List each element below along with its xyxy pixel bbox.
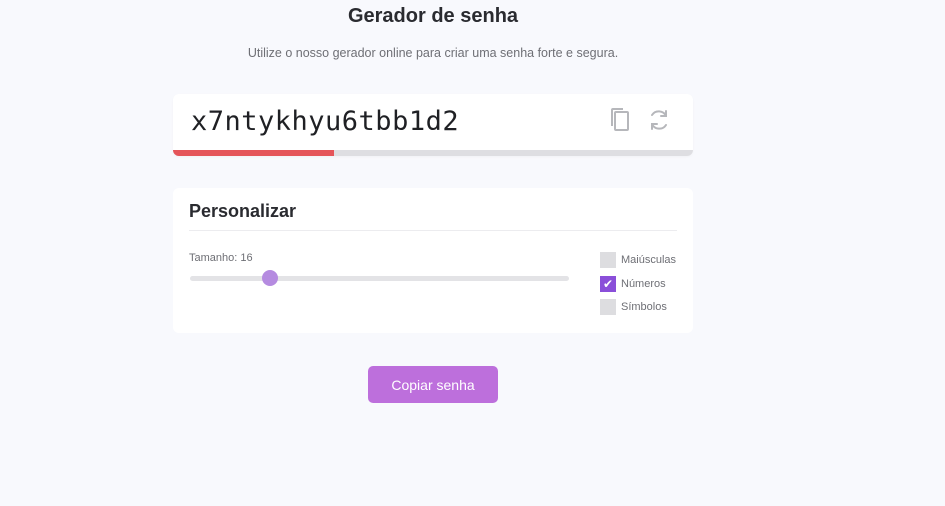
length-slider[interactable]: [190, 270, 569, 286]
length-slider-thumb[interactable]: [261, 270, 278, 286]
strength-bar: [173, 150, 693, 156]
length-label: Tamanho: 16: [189, 252, 253, 264]
option-symbols[interactable]: Símbolos: [600, 299, 667, 315]
page-subtitle: Utilize o nosso gerador online para cria…: [247, 46, 619, 60]
page: Gerador de senha Utilize o nosso gerador…: [0, 0, 945, 506]
numbers-checkbox[interactable]: ✔: [600, 276, 616, 292]
password-display: x7ntykhyu6tbb1d2: [191, 106, 460, 137]
refresh-icon[interactable]: [647, 107, 671, 133]
uppercase-checkbox[interactable]: [600, 252, 616, 268]
copy-password-button[interactable]: Copiar senha: [368, 366, 498, 403]
password-card: x7ntykhyu6tbb1d2: [173, 94, 693, 156]
strength-bar-fill: [173, 150, 335, 156]
page-title: Gerador de senha: [347, 5, 519, 27]
customize-title: Personalizar: [189, 201, 297, 221]
divider: [189, 230, 677, 231]
option-numbers[interactable]: ✔ Números: [600, 276, 666, 292]
customize-card: Personalizar Tamanho: 16 Maiúsculas ✔ Nú…: [173, 188, 693, 333]
symbols-label: Símbolos: [621, 301, 667, 313]
option-uppercase[interactable]: Maiúsculas: [600, 252, 676, 268]
numbers-label: Números: [621, 278, 666, 290]
copy-icon[interactable]: [608, 107, 632, 133]
uppercase-label: Maiúsculas: [621, 254, 677, 266]
symbols-checkbox[interactable]: [600, 299, 616, 315]
